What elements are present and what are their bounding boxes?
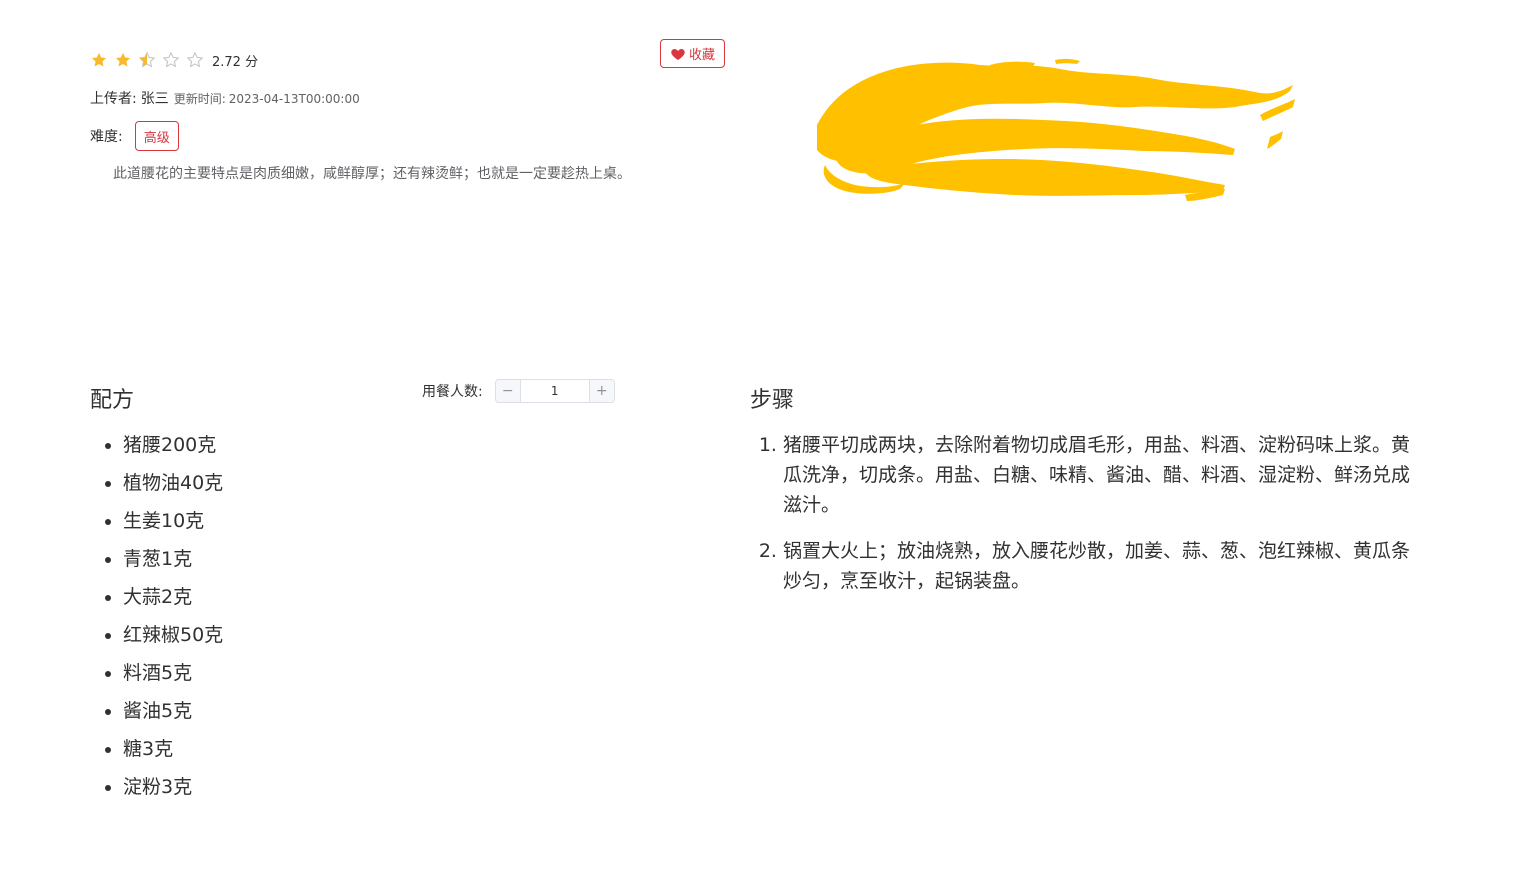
steps-title: 步骤: [750, 388, 795, 413]
difficulty-label: 难度:: [90, 129, 123, 145]
ingredient-item: 青葱1克: [123, 540, 223, 578]
difficulty-info: 难度: 高级: [90, 121, 179, 151]
ingredient-item: 料酒5克: [123, 654, 223, 692]
ingredient-item: 淀粉3克: [123, 768, 223, 806]
uploader-info: 上传者: 张三 更新时间: 2023-04-13T00:00:00: [90, 88, 360, 110]
step-item: 猪腰平切成两块，去除附着物切成眉毛形，用盐、料酒、淀粉码味上浆。黄瓜洗净，切成条…: [783, 430, 1413, 520]
star-empty-icon[interactable]: [186, 51, 204, 69]
ingredient-item: 大蒜2克: [123, 578, 223, 616]
recipe-detail-page: 2.72 分 收藏 上传者: 张三 更新时间: 2023-04-13T00:00…: [0, 0, 1515, 873]
dish-description: 此道腰花的主要特点是肉质细嫩，咸鲜醇厚；还有辣烫鲜；也就是一定要趁热上桌。: [113, 166, 631, 182]
ingredient-list: 猪腰200克 植物油40克 生姜10克 青葱1克 大蒜2克 红辣椒50克 料酒5…: [90, 426, 223, 806]
ingredient-item: 生姜10克: [123, 502, 223, 540]
servings-control: 用餐人数: − 1 +: [422, 379, 615, 403]
difficulty-tag: 高级: [134, 121, 179, 151]
servings-stepper[interactable]: − 1 +: [494, 379, 615, 403]
favorite-label: 收藏: [688, 48, 715, 63]
update-label: 更新时间:: [173, 92, 226, 106]
rating-score: 2.72 分: [212, 54, 259, 70]
uploader-label: 上传者:: [90, 91, 137, 107]
ingredient-item: 猪腰200克: [123, 426, 223, 464]
step-list: 猪腰平切成两块，去除附着物切成眉毛形，用盐、料酒、淀粉码味上浆。黄瓜洗净，切成条…: [760, 430, 1413, 612]
star-icon[interactable]: [90, 51, 108, 69]
step-item: 锅置大火上；放油烧熟，放入腰花炒散，加姜、蒜、葱、泡红辣椒、黄瓜条炒匀，烹至收汁…: [783, 536, 1413, 596]
servings-input[interactable]: 1: [521, 380, 589, 402]
recipe-title: 配方: [90, 388, 135, 413]
ingredient-item: 植物油40克: [123, 464, 223, 502]
update-time: 2023-04-13T00:00:00: [228, 92, 360, 106]
star-half-icon[interactable]: [138, 51, 156, 69]
rating[interactable]: 2.72 分: [90, 50, 258, 70]
dish-image: [805, 55, 1300, 210]
star-icon[interactable]: [114, 51, 132, 69]
uploader-name: 张三: [140, 91, 169, 107]
heart-icon: [670, 46, 686, 62]
decrease-button[interactable]: −: [495, 380, 521, 402]
ingredient-item: 糖3克: [123, 730, 223, 768]
ingredient-item: 红辣椒50克: [123, 616, 223, 654]
servings-label: 用餐人数:: [422, 384, 483, 400]
favorite-button[interactable]: 收藏: [660, 39, 725, 68]
star-empty-icon[interactable]: [162, 51, 180, 69]
ingredient-item: 酱油5克: [123, 692, 223, 730]
increase-button[interactable]: +: [588, 380, 614, 402]
